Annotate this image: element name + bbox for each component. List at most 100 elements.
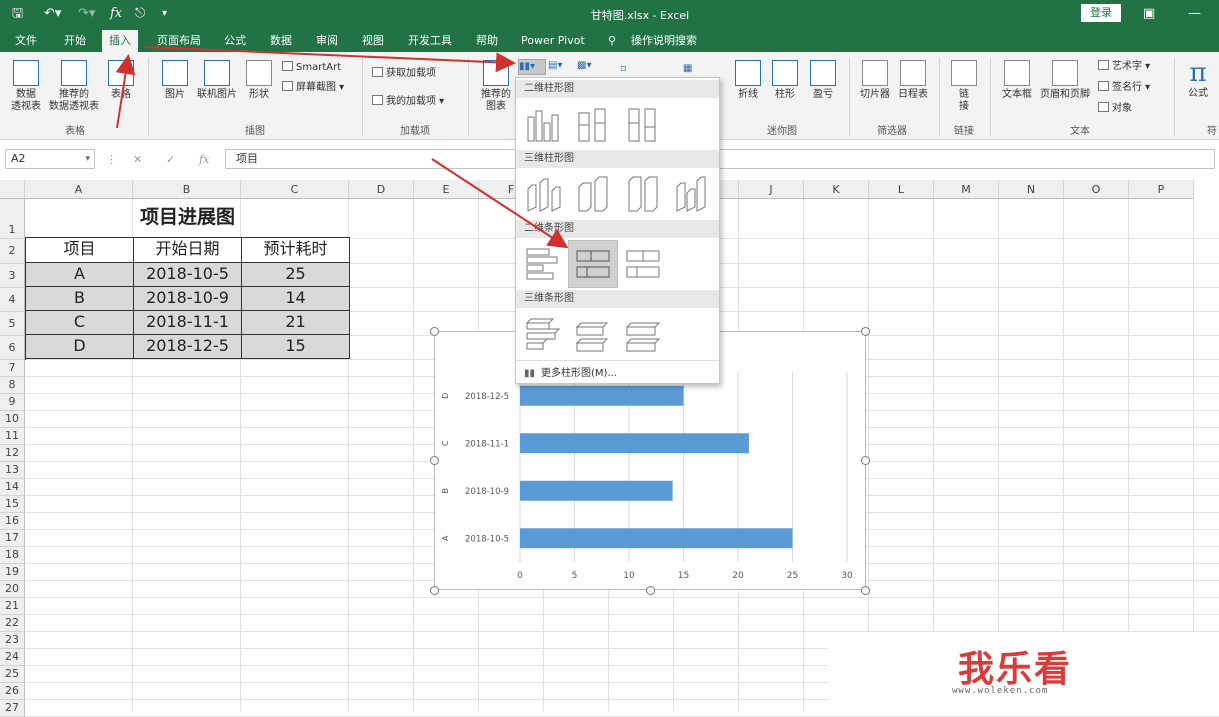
sparkline-winloss-button[interactable]: 盈亏 (806, 60, 840, 101)
undo-icon[interactable]: ↶▾ (44, 5, 61, 23)
table-cell[interactable]: 2018-11-1 (134, 311, 242, 335)
textbox-button[interactable]: 文本框 (998, 60, 1036, 101)
tab-formulas[interactable]: 公式 (224, 34, 246, 48)
column-header[interactable]: L (869, 180, 934, 199)
column-header[interactable]: B (133, 180, 241, 199)
clustered-bar-icon[interactable] (522, 242, 564, 286)
table-button[interactable]: 表格 (106, 60, 136, 101)
3d-stacked-column-icon[interactable] (572, 172, 614, 216)
table-cell[interactable]: 2018-12-5 (134, 335, 242, 359)
get-addins-button[interactable]: 获取加载项 (372, 67, 436, 80)
print-preview-icon[interactable]: ⎋ (135, 5, 145, 23)
minimize-icon[interactable]: — (1188, 5, 1201, 23)
column-header[interactable]: K (804, 180, 869, 199)
resize-handle[interactable] (430, 456, 439, 465)
pivot-chart-button[interactable]: ▫ (620, 62, 627, 75)
column-header[interactable]: P (1129, 180, 1194, 199)
table-cell[interactable]: B (26, 287, 134, 311)
tab-power-pivot[interactable]: Power Pivot (521, 34, 585, 48)
online-picture-button[interactable]: 联机图片 (193, 60, 241, 101)
cancel-icon[interactable]: ✕ (133, 153, 142, 166)
sparkline-line-button[interactable]: 折线 (733, 60, 763, 101)
row-header[interactable]: 22 (0, 615, 25, 632)
my-addins-button[interactable]: 我的加载项 ▾ (372, 95, 444, 108)
tab-home[interactable]: 开始 (64, 34, 86, 48)
table-cell[interactable]: 2018-10-9 (134, 287, 242, 311)
redo-icon[interactable]: ↷▾ (78, 5, 95, 23)
more-column-charts-link[interactable]: ▮▮ 更多柱形图(M)... (524, 364, 617, 379)
row-header[interactable]: 8 (0, 377, 25, 394)
slicer-button[interactable]: 切片器 (857, 60, 893, 101)
tab-developer[interactable]: 开发工具 (408, 34, 452, 48)
3d-column-icon[interactable] (672, 172, 714, 216)
resize-handle[interactable] (646, 586, 655, 595)
hierarchy-chart-button[interactable]: ▤▾ (548, 59, 562, 72)
save-icon[interactable]: 🖫 (12, 5, 23, 23)
name-box[interactable]: A2 ▾ (5, 149, 95, 169)
row-header[interactable]: 20 (0, 581, 25, 598)
column-header[interactable]: M (934, 180, 999, 199)
link-button[interactable]: 链 接 (948, 60, 980, 113)
resize-handle[interactable] (861, 586, 870, 595)
row-header[interactable]: 6 (0, 336, 25, 360)
row-header[interactable]: 16 (0, 513, 25, 530)
header-cell[interactable]: 预计耗时 (242, 238, 350, 263)
3d-clustered-column-icon[interactable] (522, 172, 564, 216)
row-header[interactable]: 18 (0, 547, 25, 564)
row-header[interactable]: 24 (0, 649, 25, 666)
tab-file[interactable]: 文件 (15, 34, 37, 48)
column-header[interactable]: C (241, 180, 349, 199)
formula-input[interactable]: 项目 (225, 149, 1215, 169)
customize-toolbar-icon[interactable]: ▾ (162, 5, 167, 23)
resize-handle[interactable] (430, 327, 439, 336)
row-header[interactable]: 7 (0, 360, 25, 377)
header-footer-button[interactable]: 页眉和页脚 (1036, 60, 1094, 101)
tab-help[interactable]: 帮助 (476, 34, 498, 48)
column-chart-dropdown-button[interactable]: ▮▮▾ (518, 59, 546, 75)
percent-stacked-column-icon[interactable] (622, 102, 664, 146)
row-header[interactable]: 26 (0, 683, 25, 700)
equation-button[interactable]: π 公式 (1180, 58, 1216, 100)
tab-view[interactable]: 视图 (362, 34, 384, 48)
tab-page-layout[interactable]: 页面布局 (157, 34, 201, 48)
row-header[interactable]: 5 (0, 312, 25, 336)
object-button[interactable]: 对象 (1098, 102, 1132, 115)
signature-line-button[interactable]: 签名行 ▾ (1098, 81, 1150, 94)
column-header[interactable]: N (999, 180, 1064, 199)
table-cell[interactable]: C (26, 311, 134, 335)
enter-icon[interactable]: ✓ (166, 153, 175, 166)
select-all-corner[interactable] (0, 180, 25, 199)
header-cell[interactable]: 开始日期 (134, 238, 242, 263)
tab-data[interactable]: 数据 (270, 34, 292, 48)
row-header[interactable]: 27 (0, 700, 25, 717)
insert-function-icon[interactable]: fx (199, 153, 209, 166)
insert-function-icon[interactable]: fx (110, 5, 122, 23)
recommended-charts-button[interactable]: 推荐的 图表 (476, 60, 516, 113)
sheet-title[interactable]: 项目进展图 (25, 206, 350, 229)
row-header[interactable]: 13 (0, 462, 25, 479)
table-cell[interactable]: 14 (242, 287, 350, 311)
row-header[interactable]: 1 (0, 199, 25, 239)
sparkline-column-button[interactable]: 柱形 (770, 60, 800, 101)
row-header[interactable]: 2 (0, 239, 25, 264)
3d-map-button[interactable]: ▦ (683, 62, 692, 75)
3d-percent-stacked-bar-icon[interactable] (622, 312, 664, 356)
stacked-bar-icon[interactable] (568, 240, 618, 288)
row-header[interactable]: 17 (0, 530, 25, 547)
row-header[interactable]: 4 (0, 288, 25, 312)
screenshot-button[interactable]: 屏幕截图 ▾ (282, 81, 344, 94)
table-cell[interactable]: A (26, 263, 134, 287)
row-header[interactable]: 3 (0, 264, 25, 288)
header-cell[interactable]: 项目 (26, 238, 134, 263)
column-header[interactable]: A (25, 180, 133, 199)
smartart-button[interactable]: SmartArt (282, 61, 341, 74)
table-cell[interactable]: 21 (242, 311, 350, 335)
row-header[interactable]: 10 (0, 411, 25, 428)
3d-percent-stacked-column-icon[interactable] (622, 172, 664, 216)
table-cell[interactable]: 15 (242, 335, 350, 359)
row-header[interactable]: 14 (0, 479, 25, 496)
resize-handle[interactable] (861, 327, 870, 336)
recommended-pivot-button[interactable]: 推荐的 数据透视表 (46, 60, 102, 113)
row-header[interactable]: 25 (0, 666, 25, 683)
chevron-down-icon[interactable]: ▾ (85, 150, 90, 168)
